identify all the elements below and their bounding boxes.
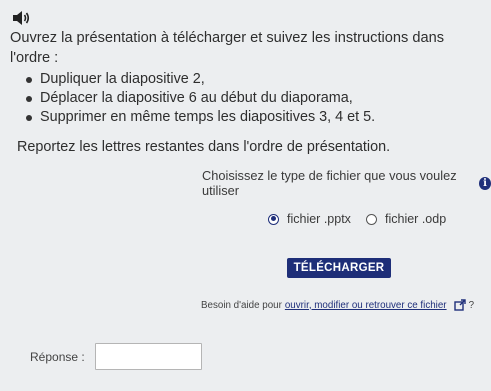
help-row: Besoin d'aide pour ouvrir, modifier ou r… bbox=[201, 298, 474, 312]
report-instruction: Reportez les lettres restantes dans l'or… bbox=[17, 139, 391, 155]
list-item: Dupliquer la diapositive 2, bbox=[25, 70, 375, 89]
instructions-text: Ouvrez la présentation à télécharger et … bbox=[10, 30, 444, 66]
radio-odp[interactable]: fichier .odp bbox=[366, 212, 446, 226]
radio-button-unchecked[interactable] bbox=[366, 213, 377, 225]
answer-input[interactable] bbox=[95, 343, 202, 370]
help-suffix: ? bbox=[468, 299, 475, 311]
radio-pptx[interactable]: fichier .pptx bbox=[268, 212, 351, 226]
info-icon[interactable]: i bbox=[479, 176, 491, 190]
speaker-icon[interactable] bbox=[12, 10, 30, 26]
answer-label: Réponse : bbox=[30, 350, 85, 364]
list-item: Déplacer la diapositive 6 au début du di… bbox=[25, 89, 375, 108]
file-type-radio-group: fichier .pptx fichier .odp bbox=[0, 212, 491, 230]
instruction-list: Dupliquer la diapositive 2, Déplacer la … bbox=[25, 70, 376, 127]
list-item: Supprimer en même temps les diapositives… bbox=[25, 109, 376, 125]
download-button[interactable]: TÉLÉCHARGER bbox=[287, 258, 391, 278]
help-link[interactable]: ouvrir, modifier ou retrouver ce fichier bbox=[285, 300, 447, 311]
help-prefix: Besoin d'aide pour bbox=[201, 299, 282, 311]
file-type-prompt-row: Choisissez le type de fichier que vous v… bbox=[202, 168, 491, 198]
file-type-prompt: Choisissez le type de fichier que vous v… bbox=[202, 168, 457, 198]
radio-label-pptx: fichier .pptx bbox=[287, 212, 351, 226]
radio-button-checked[interactable] bbox=[268, 213, 279, 225]
external-link-icon[interactable] bbox=[453, 299, 466, 311]
radio-label-odp: fichier .odp bbox=[385, 212, 447, 226]
